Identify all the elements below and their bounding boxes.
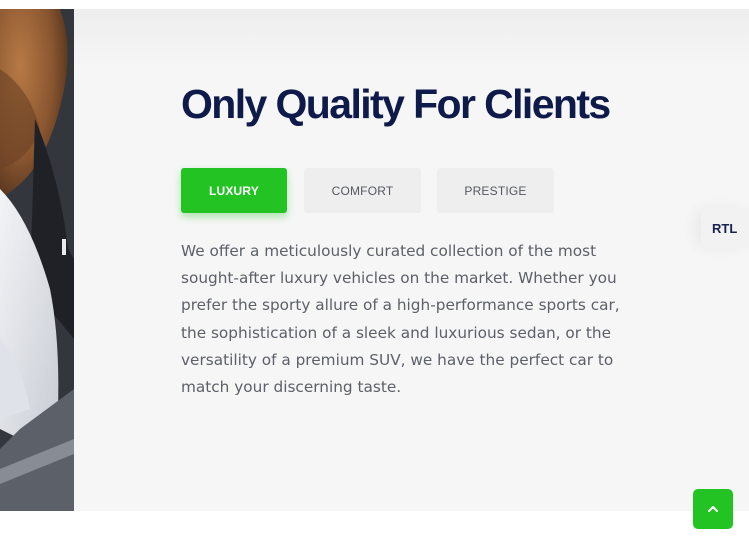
scroll-to-top-button[interactable]: [693, 489, 733, 529]
quality-section: Only Quality For Clients LUXURY COMFORT …: [74, 9, 749, 511]
tab-luxury[interactable]: LUXURY: [181, 168, 287, 213]
client-photo-illustration: [0, 9, 74, 511]
tab-prestige[interactable]: PRESTIGE: [437, 168, 554, 213]
chevron-up-icon: [708, 506, 718, 512]
section-heading: Only Quality For Clients: [181, 81, 611, 127]
client-photo: [0, 9, 74, 511]
tab-description: We offer a meticulously curated collecti…: [181, 242, 620, 397]
tab-comfort[interactable]: COMFORT: [304, 168, 421, 213]
top-strip: [0, 0, 749, 9]
rtl-toggle-button[interactable]: RTL: [701, 208, 749, 248]
